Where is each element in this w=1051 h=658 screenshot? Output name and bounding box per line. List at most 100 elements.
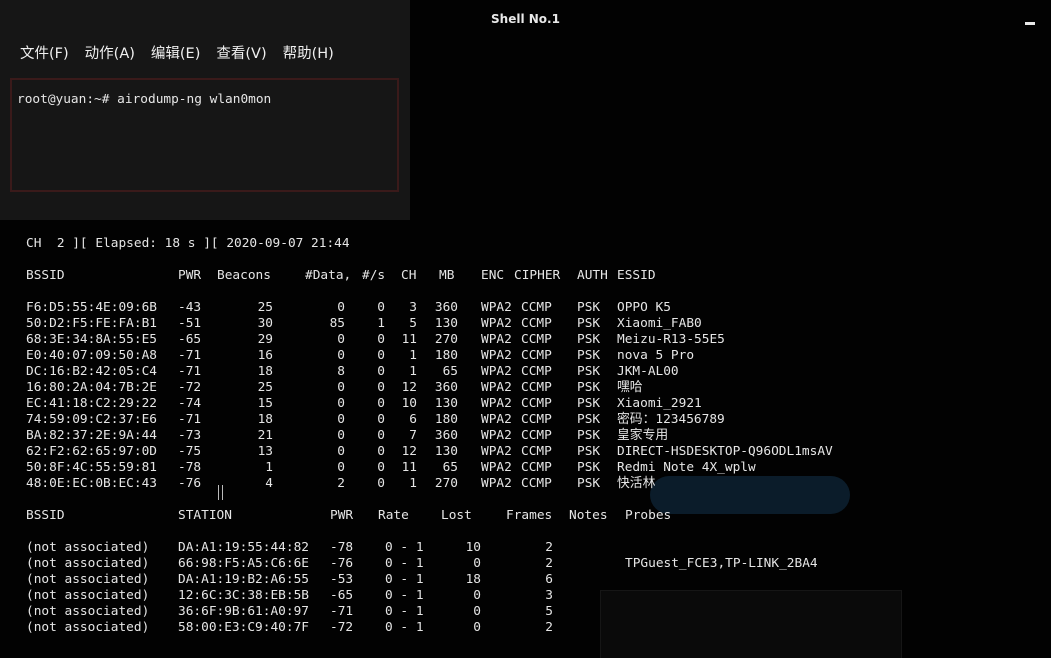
ap-header-beacons: Beacons <box>217 268 271 283</box>
ap-cipher-cell: CCMP <box>521 460 552 475</box>
ap-ch-cell: 11 <box>401 460 417 475</box>
ap-cipher-cell: CCMP <box>521 444 552 459</box>
ap-data-cell: 0 <box>337 412 345 427</box>
ap-pwr-cell: -71 <box>178 364 202 379</box>
ap-beacons-cell: 16 <box>257 348 273 363</box>
station-lost-cell: 0 <box>473 620 481 635</box>
ap-mb-cell: 180 <box>434 348 458 363</box>
ap-cipher-cell: CCMP <box>521 380 552 395</box>
ap-auth-cell: PSK <box>577 476 601 491</box>
ap-mb-cell: 270 <box>434 332 458 347</box>
ap-rate-cell: 0 <box>377 300 385 315</box>
station-lost-cell: 10 <box>465 540 481 555</box>
ap-pwr-cell: -65 <box>178 332 202 347</box>
ap-header-enc: ENC <box>481 268 505 283</box>
ap-enc-cell: WPA2 <box>481 364 512 379</box>
ap-header-mb: MB <box>439 268 455 283</box>
ap-enc-cell: WPA2 <box>481 348 512 363</box>
ap-data-cell: 0 <box>337 444 345 459</box>
station-lost-cell: 18 <box>465 572 481 587</box>
ap-essid-cell: 皇家专用 <box>617 428 669 443</box>
ap-rate-cell: 0 <box>377 380 385 395</box>
station-station-cell: DA:A1:19:55:44:82 <box>178 540 309 555</box>
minimize-icon[interactable] <box>1025 22 1035 25</box>
station-lost-cell: 0 <box>473 556 481 571</box>
title-bar[interactable]: Shell No.1 <box>0 0 1051 36</box>
ap-cipher-cell: CCMP <box>521 364 552 379</box>
ap-ch-cell: 1 <box>409 364 417 379</box>
ap-data-cell: 0 <box>337 300 345 315</box>
ap-ch-cell: 12 <box>401 380 417 395</box>
ap-bssid-cell: 48:0E:EC:0B:EC:43 <box>26 476 157 491</box>
ap-data-cell: 2 <box>337 476 345 491</box>
ap-ch-cell: 10 <box>401 396 417 411</box>
ap-bssid-cell: 50:D2:F5:FE:FA:B1 <box>26 316 157 331</box>
ap-rate-cell: 0 <box>377 348 385 363</box>
ap-data-cell: 0 <box>337 396 345 411</box>
ap-data-cell: 0 <box>337 380 345 395</box>
station-header-probes: Probes <box>625 508 672 523</box>
station-frames-cell: 3 <box>545 588 553 603</box>
ap-data-cell: 85 <box>329 316 345 331</box>
ap-bssid-cell: 62:F2:62:65:97:0D <box>26 444 157 459</box>
ap-auth-cell: PSK <box>577 444 601 459</box>
station-bssid-cell: (not associated) <box>26 604 150 619</box>
station-bssid-cell: (not associated) <box>26 572 150 587</box>
station-frames-cell: 2 <box>545 620 553 635</box>
menu-action[interactable]: 动作(A) <box>77 44 143 66</box>
ap-auth-cell: PSK <box>577 316 601 331</box>
ap-pwr-cell: -76 <box>178 476 202 491</box>
ap-enc-cell: WPA2 <box>481 380 512 395</box>
station-rate-cell: 0 - 1 <box>385 588 424 603</box>
ap-header-bssid: BSSID <box>26 268 65 283</box>
station-bssid-cell: (not associated) <box>26 556 150 571</box>
station-header-notes: Notes <box>569 508 608 523</box>
ap-ch-cell: 6 <box>409 412 417 427</box>
station-pwr-cell: -53 <box>330 572 354 587</box>
ap-beacons-cell: 13 <box>257 444 273 459</box>
ap-beacons-cell: 21 <box>257 428 273 443</box>
ap-cipher-cell: CCMP <box>521 348 552 363</box>
ap-header-cipher: CIPHER <box>514 268 561 283</box>
ap-mb-cell: 130 <box>434 396 458 411</box>
ap-enc-cell: WPA2 <box>481 332 512 347</box>
station-station-cell: DA:A1:19:B2:A6:55 <box>178 572 309 587</box>
status-line: CH 2 ][ Elapsed: 18 s ][ 2020-09-07 21:4… <box>26 236 350 251</box>
background-button-ghost <box>650 476 850 514</box>
ap-rate-cell: 1 <box>377 316 385 331</box>
ap-ch-cell: 11 <box>401 332 417 347</box>
ap-enc-cell: WPA2 <box>481 316 512 331</box>
ap-beacons-cell: 1 <box>265 460 273 475</box>
ap-data-cell: 0 <box>337 332 345 347</box>
station-pwr-cell: -71 <box>330 604 354 619</box>
ap-auth-cell: PSK <box>577 332 601 347</box>
ap-mb-cell: 270 <box>434 476 458 491</box>
ap-bssid-cell: F6:D5:55:4E:09:6B <box>26 300 157 315</box>
ap-mb-cell: 360 <box>434 300 458 315</box>
station-pwr-cell: -78 <box>330 540 354 555</box>
ap-cipher-cell: CCMP <box>521 332 552 347</box>
ap-beacons-cell: 30 <box>257 316 273 331</box>
ap-essid-cell: Xiaomi_FAB0 <box>617 316 702 331</box>
station-rate-cell: 0 - 1 <box>385 572 424 587</box>
prompt-user-host: root@yuan:~# <box>17 92 110 107</box>
station-station-cell: 66:98:F5:A5:C6:6E <box>178 556 309 571</box>
ap-mb-cell: 130 <box>434 316 458 331</box>
menu-view[interactable]: 查看(V) <box>208 44 274 66</box>
ap-rate-cell: 0 <box>377 412 385 427</box>
ap-header-data: #Data, <box>305 268 352 283</box>
ap-bssid-cell: 68:3E:34:8A:55:E5 <box>26 332 157 347</box>
station-header-lost: Lost <box>441 508 472 523</box>
menu-edit[interactable]: 编辑(E) <box>143 44 208 66</box>
ap-pwr-cell: -78 <box>178 460 202 475</box>
ap-auth-cell: PSK <box>577 460 601 475</box>
ap-rate-cell: 0 <box>377 460 385 475</box>
ap-auth-cell: PSK <box>577 348 601 363</box>
ap-pwr-cell: -43 <box>178 300 202 315</box>
ap-pwr-cell: -72 <box>178 380 202 395</box>
station-station-cell: 36:6F:9B:61:A0:97 <box>178 604 309 619</box>
ap-cipher-cell: CCMP <box>521 428 552 443</box>
menu-file[interactable]: 文件(F) <box>12 44 77 66</box>
command-prompt: root@yuan:~# airodump-ng wlan0mon <box>17 92 271 108</box>
menu-help[interactable]: 帮助(H) <box>275 44 342 66</box>
